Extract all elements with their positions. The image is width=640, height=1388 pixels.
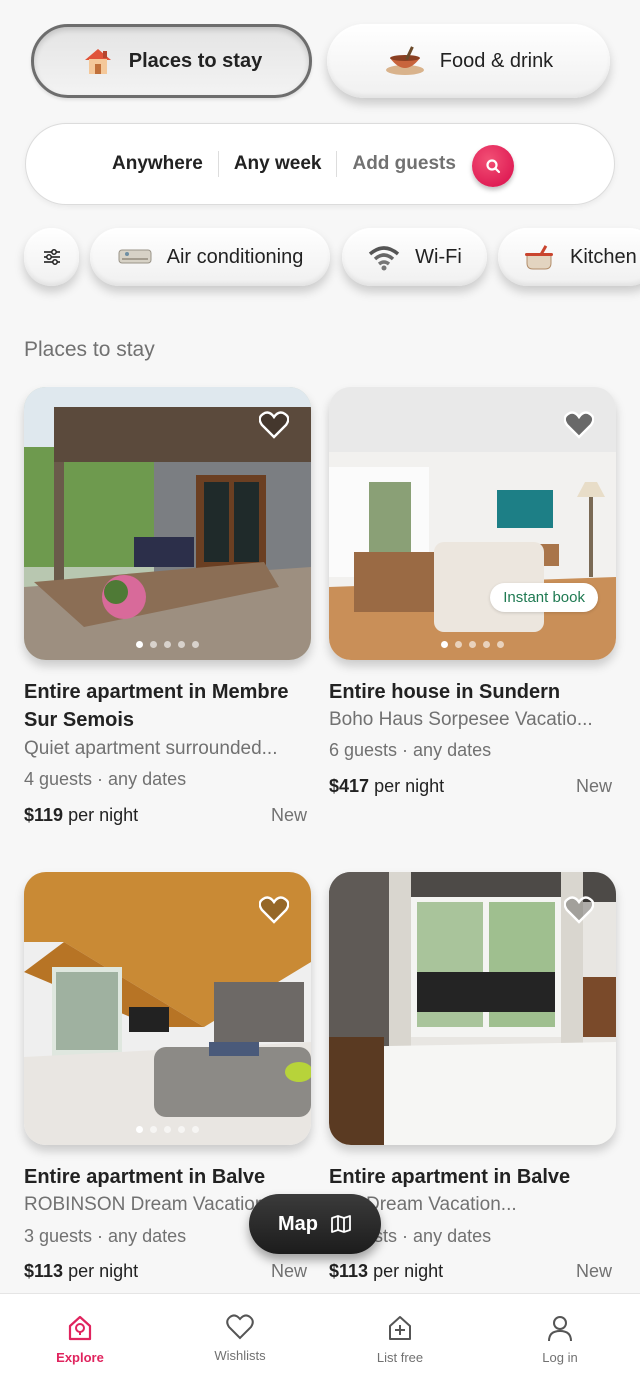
photo-pagination — [24, 641, 311, 648]
explore-icon — [68, 1315, 92, 1341]
listing-price: $113 per night — [24, 1261, 138, 1282]
bottom-nav: Explore Wishlists List free Log in — [0, 1293, 640, 1388]
nav-label: Wishlists — [214, 1348, 266, 1363]
category-places-to-stay[interactable]: Places to stay — [31, 24, 312, 98]
map-button-label: Map — [278, 1212, 318, 1235]
listing-guests: 3 guests · any dates — [24, 1226, 187, 1246]
new-label: New — [271, 805, 308, 825]
category-label: Food & drink — [439, 49, 554, 72]
listing-guest-count: 4 guests — [24, 769, 93, 789]
wishlist-heart-icon[interactable] — [564, 411, 594, 439]
photo-pagination — [24, 1126, 311, 1133]
search-button[interactable] — [472, 145, 514, 187]
price-suffix: per night — [374, 776, 445, 796]
price-value: $417 — [329, 776, 370, 796]
listing-photo[interactable]: Instant book — [329, 387, 616, 660]
filter-label: Air conditioning — [166, 245, 304, 268]
kitchen-pot-icon — [522, 243, 556, 271]
price-suffix: per night — [68, 1261, 139, 1281]
filter-air-conditioning[interactable]: Air conditioning — [90, 228, 330, 286]
map-icon — [331, 1215, 351, 1233]
price-value: $113 — [24, 1261, 64, 1281]
listing-price: $113 per night — [329, 1261, 443, 1282]
listing-guests: 4 guests · any dates — [24, 769, 187, 789]
map-button[interactable]: Map — [249, 1194, 381, 1254]
price-suffix: per night — [373, 1261, 444, 1281]
sliders-icon — [43, 249, 60, 265]
filter-wifi[interactable]: Wi-Fi — [342, 228, 487, 286]
price-value: $119 — [24, 805, 64, 825]
wishlist-heart-icon[interactable] — [564, 896, 594, 924]
listing-price: $417 per night — [329, 776, 444, 797]
category-food-drink[interactable]: Food & drink — [327, 24, 610, 98]
instant-book-badge: Instant book — [490, 583, 598, 612]
nav-label: Log in — [542, 1350, 578, 1365]
listing-dates: any dates — [108, 1226, 187, 1246]
filter-label: Wi-Fi — [415, 245, 462, 268]
food-bowl-icon — [384, 44, 426, 78]
heart-icon — [226, 1314, 254, 1340]
listing-title: Entire apartment in Balve — [24, 1166, 266, 1188]
category-label: Places to stay — [128, 49, 263, 72]
listing-photo[interactable] — [24, 872, 311, 1145]
wifi-icon — [367, 243, 401, 271]
person-icon — [548, 1316, 572, 1342]
search-where[interactable]: Anywhere — [112, 153, 203, 175]
new-label: New — [271, 1261, 308, 1281]
listing-title: Entire house in Sundern — [329, 681, 561, 703]
search-when[interactable]: Any week — [234, 153, 322, 175]
new-label: New — [576, 1261, 613, 1281]
listing-guest-count: 6 guests — [329, 740, 398, 760]
air-conditioner-icon — [117, 246, 153, 268]
listing-dates: any dates — [108, 769, 187, 789]
filter-kitchen[interactable]: Kitchen — [498, 228, 640, 286]
listing-dates: any dates — [413, 1226, 492, 1246]
price-suffix: per night — [68, 805, 139, 825]
search-divider — [336, 151, 338, 177]
listing-guests: 6 guests · any dates — [329, 740, 492, 760]
listing-photo[interactable] — [329, 872, 616, 1145]
list-house-icon — [389, 1316, 411, 1340]
nav-log-in[interactable]: Log in — [480, 1294, 640, 1388]
nav-label: Explore — [56, 1350, 104, 1365]
wishlist-heart-icon[interactable] — [259, 411, 289, 439]
wishlist-heart-icon[interactable] — [259, 896, 289, 924]
search-icon — [486, 159, 501, 174]
nav-list-free[interactable]: List free — [320, 1294, 480, 1388]
photo-pagination — [329, 641, 616, 648]
nav-wishlists[interactable]: Wishlists — [160, 1294, 320, 1388]
listing-subtitle: Boho Haus Sorpesee Vacatio... — [329, 709, 593, 730]
listing-dates: any dates — [413, 740, 492, 760]
search-bar[interactable]: Anywhere Any week Add guests — [25, 123, 615, 205]
listing-title: Entire apartment in Balve — [329, 1166, 571, 1188]
listing-photo[interactable] — [24, 387, 311, 660]
search-who[interactable]: Add guests — [352, 153, 455, 175]
nav-label: List free — [376, 1350, 424, 1365]
section-title: Places to stay — [24, 338, 155, 361]
new-label: New — [576, 776, 613, 796]
filters-button[interactable] — [24, 228, 79, 286]
house-icon — [81, 44, 115, 78]
search-divider — [217, 151, 219, 177]
price-value: $113 — [329, 1261, 369, 1281]
nav-explore[interactable]: Explore — [0, 1294, 160, 1388]
listing-price: $119 per night — [24, 805, 138, 826]
listing-guest-count: 3 guests — [24, 1226, 93, 1246]
listing-title: Entire apartment in Membre Sur Semois — [24, 681, 289, 731]
filter-label: Kitchen — [570, 245, 637, 268]
listing-subtitle: Quiet apartment surrounded... — [24, 738, 278, 759]
